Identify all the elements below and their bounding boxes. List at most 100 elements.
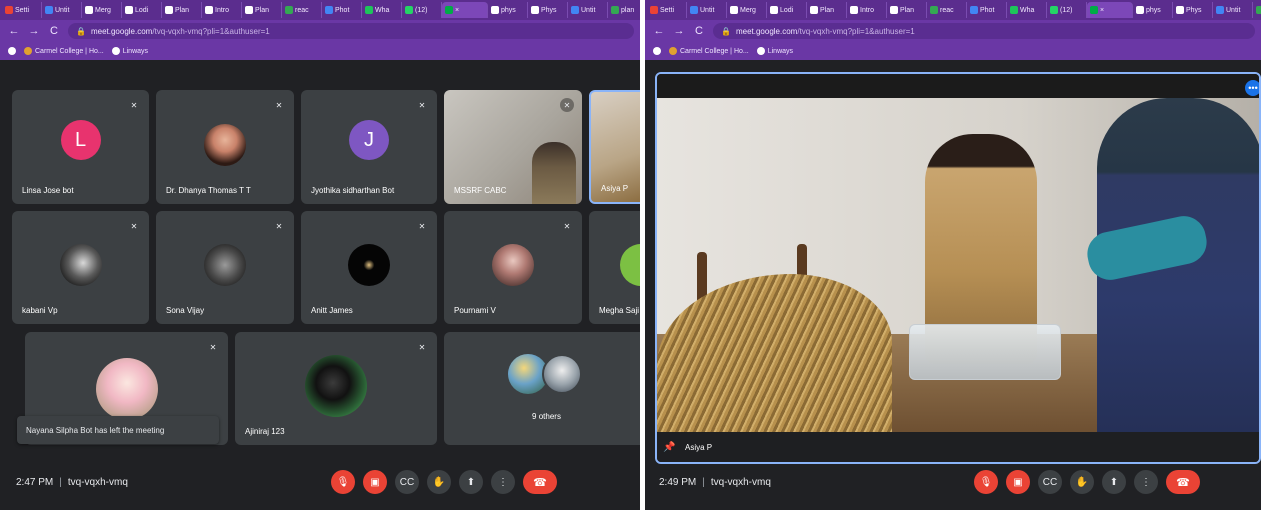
browser-tab[interactable]: Lodi	[767, 2, 807, 18]
mic-off-button[interactable]: 🎙	[331, 470, 355, 494]
participant-tile[interactable]: ✕ Ajiniraj 123	[235, 332, 437, 445]
bookmark-linways[interactable]: Linways	[111, 47, 148, 55]
browser-tab[interactable]: Plan	[887, 2, 927, 18]
browser-tab[interactable]: ×	[442, 2, 488, 18]
avatar	[348, 244, 390, 287]
apps-bookmark[interactable]	[8, 47, 16, 55]
participant-tile[interactable]: ✕ kabani Vp	[12, 211, 149, 324]
mic-off-icon: ✕	[560, 98, 574, 112]
browser-tab[interactable]: Untit	[1213, 2, 1253, 18]
raise-hand-button[interactable]: ✋	[427, 470, 451, 494]
captions-button[interactable]: CC	[395, 470, 419, 494]
browser-tab[interactable]: Untit	[568, 2, 608, 18]
captions-button[interactable]: CC	[1038, 470, 1062, 494]
gmail-icon	[650, 6, 658, 14]
participant-tile[interactable]: ✕ Dr. Dhanya Thomas T T	[156, 90, 294, 204]
bookmark-linways[interactable]: Linways	[756, 47, 793, 55]
camera-off-icon: ▣	[1013, 476, 1023, 488]
back-icon[interactable]: ←	[8, 25, 20, 37]
browser-tab[interactable]: ×	[1087, 2, 1133, 18]
more-options-button[interactable]: ⋮	[491, 470, 515, 494]
browser-tab[interactable]: Plan	[242, 2, 282, 18]
mic-off-icon: ✕	[275, 100, 283, 110]
participant-tile[interactable]: ✕ Anitt James	[301, 211, 437, 324]
browser-tab[interactable]: Intro	[847, 2, 887, 18]
browser-tab[interactable]: Wha	[362, 2, 402, 18]
raise-hand-button[interactable]: ✋	[1070, 470, 1094, 494]
browser-tab[interactable]: plan	[1253, 2, 1261, 18]
address-bar[interactable]: 🔒 meet.google.com/tvq-vqxh-vmq?pli=1&aut…	[713, 23, 1255, 39]
tab-label: Phys	[1186, 6, 1202, 14]
browser-tab[interactable]: reac	[282, 2, 322, 18]
avatar	[95, 357, 158, 420]
camera-off-button[interactable]: ▣	[363, 470, 387, 494]
participant-name: kabani Vp	[22, 306, 58, 315]
reload-icon[interactable]: C	[48, 25, 60, 37]
clock-time: 2:49 PM	[659, 477, 697, 488]
browser-tab[interactable]: Untit	[42, 2, 82, 18]
back-icon[interactable]: ←	[653, 25, 665, 37]
mic-off-icon: 🎙	[979, 476, 993, 488]
address-bar[interactable]: 🔒 meet.google.com/tvq-vqxh-vmq?pli=1&aut…	[68, 23, 634, 39]
browser-tab[interactable]: (12)	[402, 2, 442, 18]
apps-bookmark[interactable]	[653, 47, 661, 55]
browser-tab[interactable]: Untit	[687, 2, 727, 18]
meet-pinned-screenshot: Setti Untit Merg Lodi Plan Intro Plan reac Phot W…	[645, 0, 1261, 510]
participant-video-tile[interactable]: Asiya P	[589, 90, 640, 204]
participant-name: Pournami V	[454, 306, 496, 315]
pin-icon[interactable]: 📌	[663, 442, 675, 453]
more-vert-icon: ⋮	[498, 476, 508, 488]
browser-tab[interactable]: Phys	[528, 2, 568, 18]
browser-tab[interactable]: Plan	[807, 2, 847, 18]
participant-video-tile[interactable]: ✕ MSSRF CABC	[444, 90, 582, 204]
reload-icon[interactable]: C	[693, 25, 705, 37]
browser-tab[interactable]: Phot	[322, 2, 362, 18]
pinned-video[interactable]: ••• 📌 Asiya P	[655, 72, 1261, 464]
participant-tile[interactable]: ✕ Pournami V	[444, 211, 582, 324]
browser-tab[interactable]: Phys	[1173, 2, 1213, 18]
participant-tile[interactable]: Megha Saji	[589, 211, 640, 324]
avatar: J	[349, 120, 389, 161]
participant-tile[interactable]: ✕ Sona Vijay	[156, 211, 294, 324]
participant-tile[interactable]: ✕ J Jyothika sidharthan Bot	[301, 90, 437, 204]
participant-name: Anitt James	[311, 306, 353, 315]
more-options-button[interactable]: ⋮	[1134, 470, 1158, 494]
browser-tab[interactable]: Phot	[967, 2, 1007, 18]
tray	[909, 324, 1061, 380]
browser-tab[interactable]: Merg	[82, 2, 122, 18]
bookmark-carmel[interactable]: Carmel College | Ho...	[669, 47, 749, 55]
browser-tab[interactable]: Setti	[2, 2, 42, 18]
forward-icon[interactable]: →	[28, 25, 40, 37]
browser-tab[interactable]: Setti	[647, 2, 687, 18]
browser-tab[interactable]: Intro	[202, 2, 242, 18]
mic-off-icon: ✕	[418, 221, 426, 231]
tab-label: (12)	[1060, 6, 1073, 14]
camera-off-button[interactable]: ▣	[1006, 470, 1030, 494]
browser-tab[interactable]: phys	[1133, 2, 1173, 18]
browser-tab[interactable]: Wha	[1007, 2, 1047, 18]
more-options-icon[interactable]: •••	[1245, 80, 1259, 96]
participant-tile[interactable]: ✕ L Linsa Jose bot	[12, 90, 149, 204]
browser-tab[interactable]: Lodi	[122, 2, 162, 18]
url-host: meet.google.com	[735, 26, 798, 36]
docs-icon	[45, 6, 53, 14]
web-icon	[491, 6, 499, 14]
present-button[interactable]: ⬆	[459, 470, 483, 494]
browser-tab[interactable]: Merg	[727, 2, 767, 18]
browser-tab[interactable]: phys	[488, 2, 528, 18]
avatar	[305, 355, 367, 418]
present-button[interactable]: ⬆	[1102, 470, 1126, 494]
participant-name: Dr. Dhanya Thomas T T	[166, 186, 251, 195]
browser-tab[interactable]: plan	[608, 2, 640, 18]
browser-tab[interactable]: reac	[927, 2, 967, 18]
forward-icon[interactable]: →	[673, 25, 685, 37]
captions-icon: CC	[399, 476, 415, 488]
mic-off-button[interactable]: 🎙	[974, 470, 998, 494]
tab-label: reac	[940, 6, 954, 14]
bookmark-carmel[interactable]: Carmel College | Ho...	[24, 47, 104, 55]
browser-tab[interactable]: Plan	[162, 2, 202, 18]
leave-call-button[interactable]: ☎	[1166, 470, 1200, 494]
browser-tab[interactable]: (12)	[1047, 2, 1087, 18]
others-tile[interactable]: 9 others	[444, 332, 640, 445]
leave-call-button[interactable]: ☎	[523, 470, 557, 494]
